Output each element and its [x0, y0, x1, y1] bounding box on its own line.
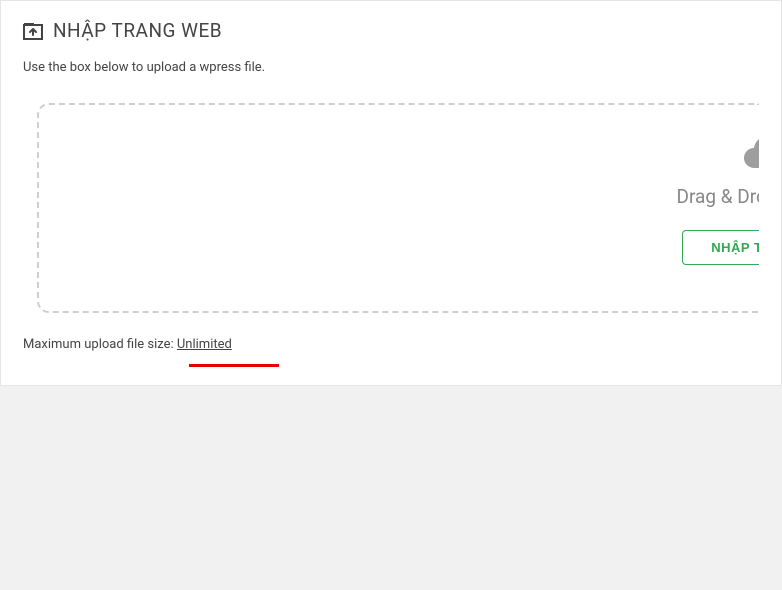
max-upload-value: Unlimited — [177, 337, 232, 352]
drop-zone[interactable]: Drag & Drop to upload NHẬP TỪ — [37, 103, 759, 313]
import-icon — [23, 22, 45, 40]
annotation-underline — [189, 364, 279, 367]
panel-description: Use the box below to upload a wpress fil… — [23, 60, 759, 75]
import-panel: NHẬP TRANG WEB Use the box below to uplo… — [0, 0, 782, 386]
cloud-upload-icon — [743, 133, 759, 175]
max-upload-info: Maximum upload file size: Unlimited — [23, 337, 759, 352]
import-from-button[interactable]: NHẬP TỪ — [682, 230, 759, 265]
drop-text: Drag & Drop to upload — [677, 185, 759, 208]
panel-title: NHẬP TRANG WEB — [53, 19, 222, 42]
drop-content: Drag & Drop to upload NHẬP TỪ — [569, 133, 759, 265]
panel-header: NHẬP TRANG WEB — [23, 19, 759, 42]
import-button-label: NHẬP TỪ — [711, 240, 759, 255]
max-upload-label: Maximum upload file size: — [23, 337, 177, 352]
